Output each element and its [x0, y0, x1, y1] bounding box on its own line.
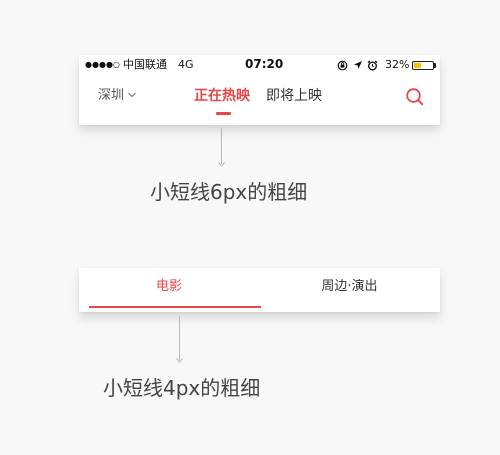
- annotation-connector-line: [221, 128, 222, 164]
- sub-tab-card: 电影 周边·演出: [79, 268, 440, 312]
- battery-percentage: 32%: [385, 58, 410, 71]
- tab-around-shows[interactable]: 周边·演出: [259, 268, 440, 308]
- top-nav-bar: 深圳 正在热映 即将上映: [79, 76, 440, 125]
- network-type: 4G: [178, 58, 194, 71]
- phone-header-card: ●●●●○ 中国联通 4G 07:20 32% 深圳 正在热映 即将上映: [79, 55, 440, 125]
- signal-strength-icon: ●●●●○: [85, 60, 120, 69]
- location-arrow-icon: [353, 58, 363, 75]
- annotation-connector-line: [179, 316, 180, 360]
- search-icon[interactable]: [405, 87, 424, 106]
- alarm-icon: [367, 58, 378, 76]
- tab-coming-soon[interactable]: 即将上映: [266, 86, 322, 106]
- connector-arrow-icon: [176, 358, 183, 363]
- battery-tip: [434, 63, 436, 68]
- tab-now-showing[interactable]: 正在热映: [194, 86, 250, 106]
- canvas: ●●●●○ 中国联通 4G 07:20 32% 深圳 正在热映 即将上映 小短线…: [0, 0, 500, 455]
- annotation-top: 小短线6px的粗细: [150, 180, 308, 204]
- active-tab-indicator: [216, 112, 231, 115]
- carrier-label: 中国联通: [123, 58, 167, 71]
- chevron-down-icon[interactable]: [127, 91, 137, 99]
- battery-icon: [412, 61, 434, 70]
- status-time: 07:20: [245, 57, 284, 71]
- status-bar: ●●●●○ 中国联通 4G 07:20 32%: [79, 55, 440, 76]
- battery-level-fill: [414, 63, 421, 68]
- lock-rotation-icon: [337, 58, 348, 76]
- connector-arrow-icon: [218, 162, 225, 167]
- active-tab-indicator: [89, 306, 261, 308]
- annotation-bottom: 小短线4px的粗细: [103, 376, 261, 400]
- city-selector[interactable]: 深圳: [98, 87, 124, 105]
- tab-movie[interactable]: 电影: [79, 268, 259, 308]
